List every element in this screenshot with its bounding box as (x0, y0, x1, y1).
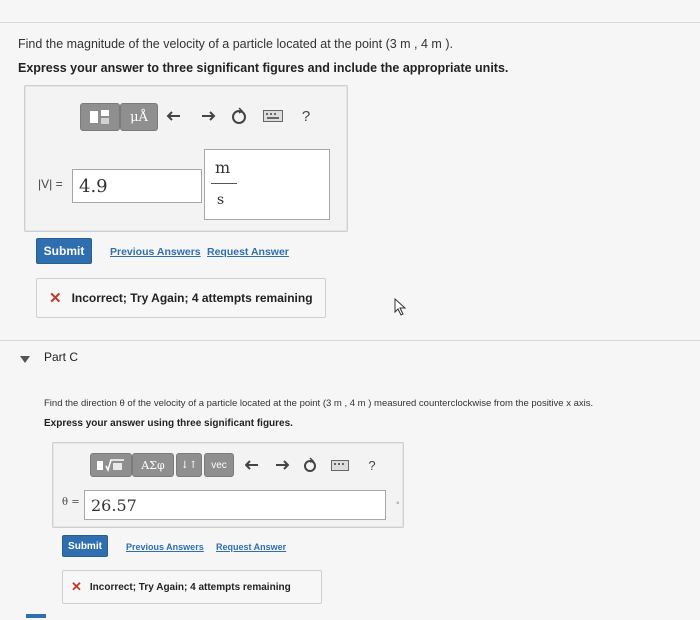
partB-feedback-text: Incorrect; Try Again; 4 attempts remaini… (71, 291, 313, 305)
bottom-accent-bar (26, 614, 46, 618)
partC-var-label: θ = (62, 497, 80, 508)
sqrt-template-icon (97, 459, 124, 472)
partC-feedback-text: Incorrect; Try Again; 4 attempts remaini… (89, 581, 291, 593)
fraction-template-icon (90, 110, 109, 124)
incorrect-x-icon: ✕ (49, 290, 62, 307)
help-icon[interactable]: ? (296, 106, 316, 126)
units-button[interactable]: μÅ (120, 103, 158, 131)
reset-icon[interactable] (229, 106, 249, 126)
partC-help-icon[interactable]: ? (362, 455, 382, 475)
partC-redo-icon[interactable] (272, 455, 292, 475)
arrows-button[interactable]: ↓↑ (176, 453, 202, 477)
partC-collapse-icon[interactable] (20, 351, 30, 369)
partB-submit-button[interactable]: Submit (36, 238, 92, 264)
section-divider (0, 340, 700, 341)
sqrt-template-button[interactable] (90, 453, 132, 477)
unit-fraction-bar (211, 183, 237, 184)
redo-icon[interactable] (198, 106, 218, 126)
partC-request-answer-link[interactable]: Request Answer (216, 542, 286, 552)
partB-previous-answers-link[interactable]: Previous Answers (110, 246, 201, 258)
partC-instruction: Express your answer using three signific… (44, 418, 293, 429)
partC-undo-icon[interactable] (242, 455, 262, 475)
partB-instruction: Express your answer to three significant… (18, 61, 509, 75)
partB-request-answer-link[interactable]: Request Answer (207, 246, 289, 258)
top-divider (0, 22, 700, 23)
partB-feedback: ✕ Incorrect; Try Again; 4 attempts remai… (36, 278, 326, 318)
partB-answer-input[interactable]: 4.9 (72, 169, 202, 203)
vec-button[interactable]: vec (204, 453, 234, 477)
keyboard-icon[interactable] (262, 106, 284, 126)
partC-degree-unit: ° (396, 500, 400, 510)
partC-feedback: ✕ Incorrect; Try Again; 4 attempts remai… (62, 570, 322, 604)
page: Find the magnitude of the velocity of a … (0, 0, 700, 620)
mouse-cursor-icon (394, 297, 408, 321)
partC-answer-input[interactable]: 26.57 (84, 490, 386, 520)
partC-question: Find the direction θ of the velocity of … (44, 398, 594, 409)
partB-var-label: |V| = (38, 177, 63, 191)
partB-unit-input[interactable]: m s (204, 149, 330, 220)
undo-icon[interactable] (164, 106, 184, 126)
partB-question: Find the magnitude of the velocity of a … (18, 37, 453, 51)
partC-keyboard-icon[interactable] (330, 455, 350, 475)
unit-denominator: s (217, 192, 225, 208)
partC-previous-answers-link[interactable]: Previous Answers (126, 542, 204, 552)
unit-numerator: m (215, 158, 231, 177)
partC-incorrect-x-icon: ✕ (71, 579, 82, 594)
greek-button[interactable]: ΑΣφ (132, 453, 174, 477)
template-button[interactable] (80, 103, 120, 131)
partC-submit-button[interactable]: Submit (62, 535, 108, 557)
partC-title[interactable]: Part C (44, 350, 78, 364)
partC-reset-icon[interactable] (300, 455, 320, 475)
